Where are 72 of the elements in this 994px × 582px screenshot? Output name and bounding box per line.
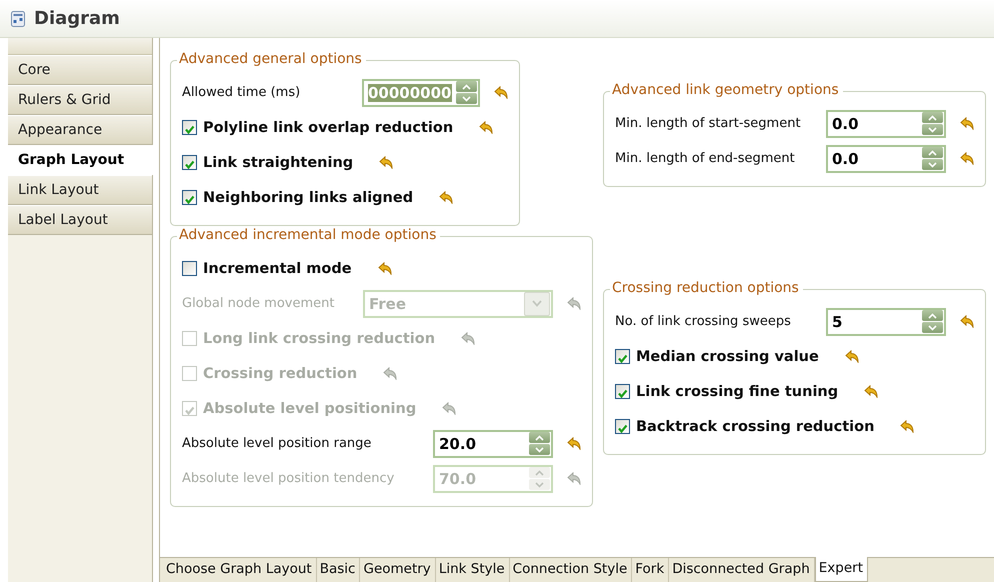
reset-icon[interactable] [864, 385, 880, 398]
checkbox[interactable] [182, 190, 197, 205]
checkbox-label[interactable]: Backtrack crossing reduction [636, 418, 874, 434]
reset-icon[interactable] [900, 420, 916, 433]
window-title: Diagram [34, 8, 120, 29]
group-title: Advanced incremental mode options [177, 227, 440, 243]
checkbox-label[interactable]: Polyline link overlap reduction [203, 120, 454, 136]
checkbox[interactable] [182, 120, 197, 135]
checkbox[interactable] [182, 261, 197, 276]
sidebar-tab[interactable]: Core [8, 55, 152, 85]
checkbox-label[interactable]: Link crossing fine tuning [636, 384, 838, 400]
reset-icon[interactable] [960, 117, 975, 130]
reset-icon[interactable] [379, 156, 394, 169]
checkbox-label[interactable]: Neighboring links aligned [203, 190, 414, 206]
reset-icon[interactable] [383, 367, 398, 380]
reset-icon[interactable] [378, 262, 393, 275]
spinner-field[interactable]: 20.0 [433, 430, 553, 458]
diagram-icon [10, 10, 26, 28]
field-label: Absolute level position tendency [182, 471, 394, 486]
reset-icon[interactable] [461, 332, 476, 345]
reset-icon[interactable] [567, 297, 582, 310]
reset-icon[interactable] [567, 437, 582, 450]
checkbox-label[interactable]: Incremental mode [203, 260, 352, 276]
spin-down-button[interactable] [529, 444, 550, 455]
spinner-field[interactable]: 0.0 [826, 110, 946, 138]
group-title: Crossing reduction options [610, 280, 803, 296]
field-label: Allowed time (ms) [182, 85, 300, 100]
bottom-tab[interactable]: Expert [814, 557, 868, 582]
checkbox-label[interactable]: Median crossing value [636, 348, 819, 364]
caret-icon [532, 300, 542, 307]
reset-icon[interactable] [960, 315, 975, 328]
reset-icon[interactable] [567, 472, 582, 485]
spin-up-button[interactable] [922, 112, 943, 123]
group-title: Advanced link geometry options [610, 82, 843, 98]
reset-icon[interactable] [844, 350, 860, 363]
reset-icon[interactable] [960, 152, 975, 165]
checkbox[interactable] [615, 419, 630, 434]
sidebar-tab[interactable]: Link Layout [8, 175, 152, 205]
reset-icon[interactable] [439, 191, 454, 204]
checkbox-label[interactable]: Link straightening [203, 154, 354, 170]
sidebar-tab[interactable]: Label Layout [8, 205, 152, 235]
checkbox[interactable] [182, 155, 197, 170]
field-label: Min. length of end-segment [615, 151, 795, 166]
reset-icon[interactable] [479, 121, 494, 134]
spin-up-button[interactable] [456, 81, 477, 92]
spin-up-button[interactable] [922, 310, 943, 321]
reset-icon[interactable] [442, 402, 458, 415]
spin-down-button[interactable] [922, 159, 943, 170]
field-label: No. of link crossing sweeps [615, 314, 791, 329]
sidebar-tab[interactable]: Graph Layout [8, 145, 153, 175]
spin-down-button[interactable] [922, 322, 943, 333]
checkbox[interactable] [615, 384, 630, 399]
field-label: Global node movement [182, 296, 334, 311]
field-label: Absolute level position range [182, 436, 372, 451]
bottom-tab[interactable]: Basic [316, 558, 360, 582]
spin-down-button[interactable] [456, 93, 477, 104]
bottom-tab[interactable]: Geometry [360, 558, 436, 582]
bottom-tab[interactable]: Connection Style [510, 558, 632, 582]
checkbox[interactable] [615, 349, 630, 364]
group-title: Advanced general options [177, 51, 366, 67]
bottom-tab[interactable]: Fork [632, 558, 670, 582]
bottom-tab[interactable]: Link Style [436, 558, 510, 582]
sidebar-tab[interactable]: Rulers & Grid [8, 85, 152, 115]
sidebar-tab[interactable]: Appearance [8, 115, 152, 145]
field-label: Min. length of start-segment [615, 116, 801, 131]
reset-icon[interactable] [494, 86, 509, 99]
spin-down-button[interactable] [922, 124, 943, 135]
spin-up-button[interactable] [922, 147, 943, 158]
spinner-field[interactable]: 5 [826, 308, 946, 336]
bottom-tab[interactable]: Choose Graph Layout [163, 558, 317, 582]
spinner-field[interactable]: 0.0 [826, 144, 946, 172]
spin-up-button[interactable] [529, 432, 550, 443]
